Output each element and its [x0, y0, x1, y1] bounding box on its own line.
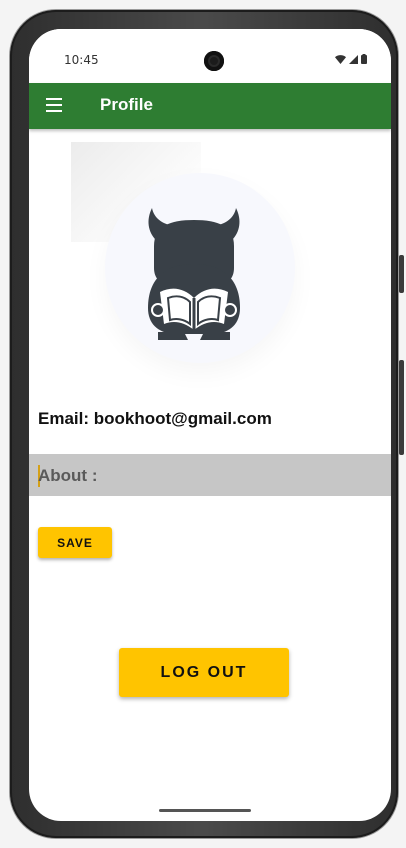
- page-title: Profile: [100, 95, 153, 114]
- status-icons: [335, 54, 367, 64]
- about-input[interactable]: About :: [29, 454, 391, 496]
- profile-avatar: [71, 142, 296, 382]
- phone-frame: 10:45 Profile Email: bookhoot@gmail.com …: [10, 10, 404, 838]
- about-placeholder: About :: [38, 466, 98, 485]
- app-bar: Profile: [29, 83, 391, 129]
- status-bar: 10:45: [29, 29, 391, 83]
- save-button[interactable]: SAVE: [38, 527, 112, 558]
- wifi-icon: [335, 54, 346, 64]
- battery-icon: [361, 54, 367, 64]
- home-indicator[interactable]: [159, 809, 251, 812]
- volume-button: [399, 360, 404, 455]
- status-time: 10:45: [64, 53, 99, 67]
- screen: 10:45 Profile Email: bookhoot@gmail.com …: [29, 29, 391, 821]
- owl-reading-book-icon: [148, 208, 240, 340]
- menu-icon[interactable]: [46, 98, 62, 114]
- front-camera: [204, 51, 224, 71]
- logout-button[interactable]: LOG OUT: [119, 648, 289, 697]
- cell-signal-icon: [349, 54, 358, 64]
- power-button: [399, 255, 404, 293]
- email-label: Email: bookhoot@gmail.com: [38, 409, 272, 428]
